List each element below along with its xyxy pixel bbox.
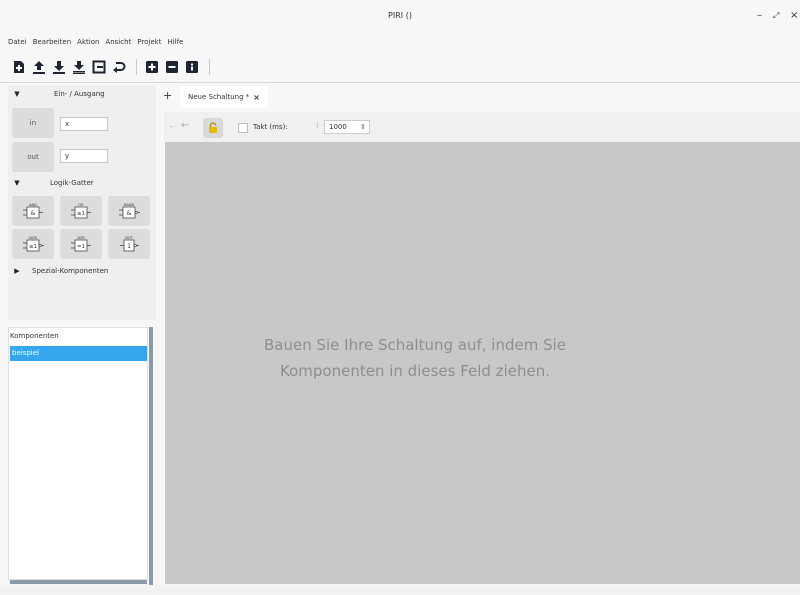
vertical-scrollbar[interactable] <box>149 327 153 585</box>
svg-text:NAND: NAND <box>124 203 135 207</box>
input-component-button[interactable]: in <box>12 108 54 138</box>
new-file-icon[interactable] <box>12 59 26 75</box>
component-palette: ▼ Ein- / Ausgang in x out y ▼ Logik-Gatt… <box>8 86 156 320</box>
svg-text:≥1: ≥1 <box>77 211 85 217</box>
maximize-button[interactable]: ⤢ <box>773 11 779 21</box>
special-section-header[interactable]: ▶ Spezial-Komponenten <box>8 267 156 275</box>
io-section-label: Ein- / Ausgang <box>54 90 105 98</box>
undo-icon[interactable] <box>112 59 126 75</box>
takt-checkbox[interactable] <box>238 123 248 133</box>
toolbar-divider-line <box>0 82 800 83</box>
download-all-icon[interactable] <box>72 59 86 75</box>
svg-text:1: 1 <box>127 243 131 250</box>
output-component-button[interactable]: out <box>12 142 54 172</box>
expand-arrow-icon: ▼ <box>14 90 20 98</box>
expand-arrow-icon: ▼ <box>14 179 20 187</box>
menu-bar: Datei Bearbeiten Aktion Ansicht Projekt … <box>8 38 183 50</box>
menu-hilfe[interactable]: Hilfe <box>167 38 183 50</box>
tab-close-icon[interactable]: × <box>253 93 260 102</box>
svg-text:XOR: XOR <box>77 236 85 240</box>
svg-text:AND: AND <box>29 203 37 207</box>
takt-value: 1000 <box>329 123 347 131</box>
svg-text:=1: =1 <box>77 244 85 250</box>
info-box-icon[interactable] <box>185 59 199 75</box>
io-section-header[interactable]: ▼ Ein- / Ausgang <box>8 90 156 98</box>
nand-gate-icon: NAND & <box>119 203 140 219</box>
canvas-hint: Bauen Sie Ihre Schaltung auf, indem Sie … <box>165 332 665 384</box>
menu-projekt[interactable]: Projekt <box>137 38 161 50</box>
spin-arrows-icon[interactable]: ⇕ <box>360 121 366 133</box>
lock-icon <box>209 122 217 133</box>
toolbar-divider <box>209 59 210 75</box>
svg-text:≥1: ≥1 <box>29 244 37 250</box>
menu-ansicht[interactable]: Ansicht <box>105 38 131 50</box>
close-button[interactable]: × <box>790 10 798 21</box>
spinner-handle-icon[interactable]: ⁝ <box>316 121 319 130</box>
nand-gate-button[interactable]: NAND & <box>108 196 150 226</box>
and-gate-button[interactable]: AND & <box>12 196 54 226</box>
and-gate-icon: AND & <box>23 203 43 219</box>
horizontal-scrollbar[interactable] <box>10 580 147 584</box>
tab-neue-schaltung[interactable]: Neue Schaltung * × <box>180 86 268 108</box>
nor-gate-icon: NOR ≥1 <box>23 236 44 252</box>
svg-text:NOR: NOR <box>29 236 37 240</box>
menu-datei[interactable]: Datei <box>8 38 27 50</box>
collapsed-arrow-icon: ▶ <box>14 267 20 275</box>
new-tab-button[interactable]: + <box>163 89 172 102</box>
status-bar <box>0 585 800 595</box>
main-toolbar <box>12 56 218 78</box>
tab-label: Neue Schaltung * <box>188 93 250 101</box>
menu-bearbeiten[interactable]: Bearbeiten <box>33 38 71 50</box>
or-gate-icon: OR ≥1 <box>71 203 91 219</box>
logic-section-header[interactable]: ▼ Logik-Gatter <box>8 179 156 187</box>
not-gate-button[interactable]: NOT 1 <box>108 229 150 259</box>
export-icon[interactable] <box>92 59 106 75</box>
output-name-field[interactable]: y <box>60 149 108 163</box>
back-arrow-icon[interactable]: ← <box>181 120 189 131</box>
input-name-field[interactable]: x <box>60 117 108 131</box>
takt-label: Takt (ms): <box>253 123 288 131</box>
special-section-label: Spezial-Komponenten <box>32 267 109 275</box>
list-item[interactable]: beispiel <box>10 346 147 361</box>
window-title: PIRI () <box>388 11 412 20</box>
svg-text:&: & <box>127 210 132 217</box>
nor-gate-button[interactable]: NOR ≥1 <box>12 229 54 259</box>
toolbar-divider <box>136 59 137 75</box>
not-gate-icon: NOT 1 <box>120 236 139 252</box>
minimize-button[interactable]: – <box>757 10 762 21</box>
menu-aktion[interactable]: Aktion <box>77 38 99 50</box>
xor-gate-icon: XOR =1 <box>71 236 91 252</box>
lock-button[interactable] <box>203 118 223 138</box>
svg-text:OR: OR <box>78 203 84 207</box>
canvas-hint-line-1: Bauen Sie Ihre Schaltung auf, indem Sie <box>264 336 566 354</box>
components-list-header: Komponenten <box>10 332 59 340</box>
takt-spinbox[interactable]: 1000 ⇕ <box>324 120 370 134</box>
dash-label: - <box>170 122 173 131</box>
upload-icon[interactable] <box>32 59 46 75</box>
remove-box-icon[interactable] <box>165 59 179 75</box>
svg-text:NOT: NOT <box>125 236 133 240</box>
add-box-icon[interactable] <box>145 59 159 75</box>
or-gate-button[interactable]: OR ≥1 <box>60 196 102 226</box>
xor-gate-button[interactable]: XOR =1 <box>60 229 102 259</box>
download-icon[interactable] <box>52 59 66 75</box>
logic-section-label: Logik-Gatter <box>50 179 94 187</box>
components-list <box>8 327 148 580</box>
svg-text:&: & <box>31 210 36 217</box>
canvas-hint-line-2: Komponenten in dieses Feld ziehen. <box>280 362 550 380</box>
